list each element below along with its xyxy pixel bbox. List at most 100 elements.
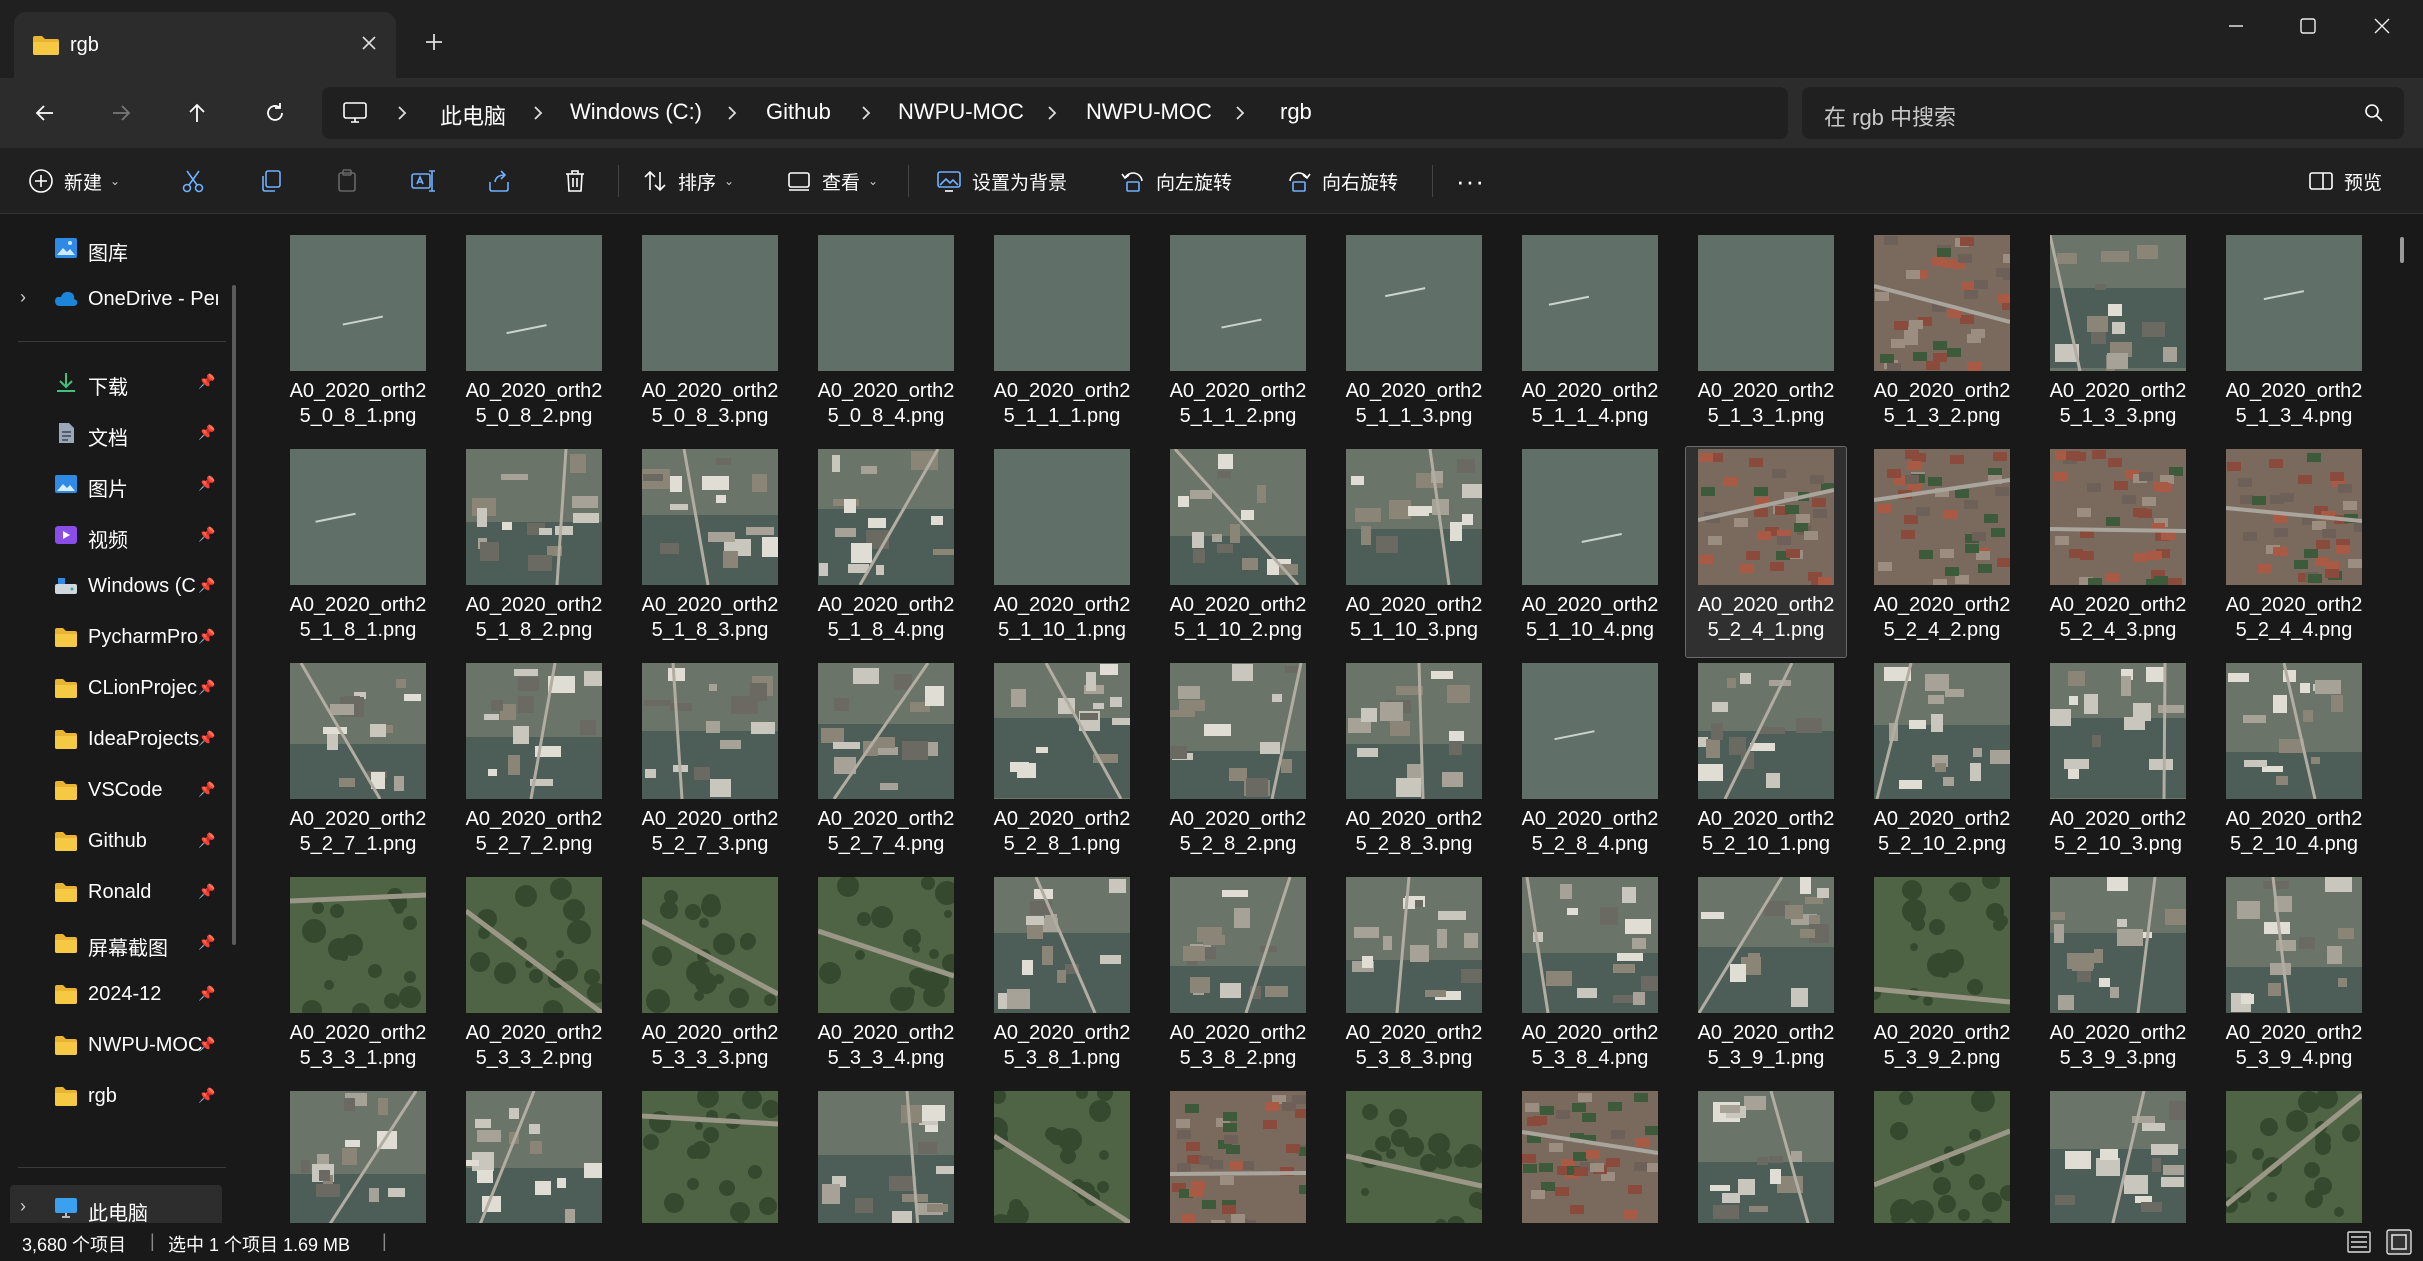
sidebar-item[interactable]: 文档 📌 [0,410,226,456]
breadcrumb-item[interactable]: Github [766,99,831,125]
sidebar-item[interactable]: Ronald 📌 [0,869,226,915]
file-item[interactable] [1686,1089,1846,1223]
file-item[interactable]: A0_2020_orth2 5_3_9_3.png [2038,875,2198,1085]
file-item[interactable]: A0_2020_orth2 5_3_8_3.png [1334,875,1494,1085]
pin-icon[interactable]: 📌 [198,1036,215,1053]
sidebar-item[interactable]: 图片 📌 [0,461,226,507]
file-item[interactable]: A0_2020_orth2 5_2_4_2.png [1862,447,2022,657]
breadcrumb-item[interactable]: NWPU-MOC [898,99,1024,125]
pin-icon[interactable]: 📌 [198,577,215,594]
sidebar-item[interactable]: Github 📌 [0,818,226,864]
file-item[interactable]: A0_2020_orth2 5_1_3_3.png [2038,233,2198,443]
file-item[interactable]: A0_2020_orth2 5_3_8_2.png [1158,875,1318,1085]
sidebar-item[interactable]: IdeaProjects 📌 [0,716,226,762]
file-item[interactable]: A0_2020_orth2 5_3_8_1.png [982,875,1142,1085]
pin-icon[interactable]: 📌 [198,475,215,492]
file-item[interactable] [1334,1089,1494,1223]
file-item[interactable]: A0_2020_orth2 5_2_10_1.png [1686,661,1846,871]
copy-button[interactable] [258,148,294,214]
pin-icon[interactable]: 📌 [198,526,215,543]
breadcrumb-item[interactable]: Windows (C:) [570,99,702,125]
file-item[interactable]: A0_2020_orth2 5_2_7_4.png [806,661,966,871]
pin-icon[interactable]: 📌 [198,373,215,390]
file-item[interactable]: A0_2020_orth2 5_3_9_2.png [1862,875,2022,1085]
file-item[interactable]: A0_2020_orth2 5_2_7_3.png [630,661,790,871]
file-item[interactable]: A0_2020_orth2 5_1_3_4.png [2214,233,2374,443]
pin-icon[interactable]: 📌 [198,832,215,849]
file-item[interactable]: A0_2020_orth2 5_3_3_1.png [278,875,438,1085]
file-item[interactable]: A0_2020_orth2 5_0_8_3.png [630,233,790,443]
share-button[interactable] [486,148,522,214]
file-item[interactable]: A0_2020_orth2 5_1_10_2.png [1158,447,1318,657]
file-item[interactable]: A0_2020_orth2 5_1_8_3.png [630,447,790,657]
delete-button[interactable] [562,148,598,214]
sidebar-item[interactable]: 屏幕截图 📌 [0,920,226,966]
tab-close-button[interactable] [352,26,386,60]
thumbnail-view-button[interactable] [2386,1229,2412,1255]
file-item[interactable]: A0_2020_orth2 5_1_1_4.png [1510,233,1670,443]
file-item[interactable]: A0_2020_orth2 5_3_3_4.png [806,875,966,1085]
pin-icon[interactable]: 📌 [198,883,215,900]
back-button[interactable] [20,88,70,138]
file-item[interactable]: A0_2020_orth2 5_3_3_3.png [630,875,790,1085]
new-button[interactable]: 新建 ⌄ [28,148,120,214]
file-item[interactable]: A0_2020_orth2 5_1_8_1.png [278,447,438,657]
file-item[interactable]: A0_2020_orth2 5_3_9_1.png [1686,875,1846,1085]
close-window-button[interactable] [2352,6,2412,46]
sidebar-item[interactable]: Windows (C 📌 [0,563,226,609]
file-item[interactable]: A0_2020_orth2 5_2_7_2.png [454,661,614,871]
file-item[interactable] [982,1089,1142,1223]
file-item[interactable]: A0_2020_orth2 5_2_4_4.png [2214,447,2374,657]
file-item[interactable]: A0_2020_orth2 5_2_7_1.png [278,661,438,871]
file-item[interactable]: A0_2020_orth2 5_2_4_3.png [2038,447,2198,657]
sidebar-item[interactable]: › OneDrive - Per [0,276,226,322]
file-item[interactable] [1862,1089,2022,1223]
sidebar-item[interactable]: PycharmPro 📌 [0,614,226,660]
file-item[interactable]: A0_2020_orth2 5_1_1_1.png [982,233,1142,443]
rename-button[interactable] [410,148,446,214]
sidebar-item[interactable]: NWPU-MOC 📌 [0,1022,226,1068]
sidebar-item[interactable]: 图库 [0,225,226,271]
pin-icon[interactable]: 📌 [198,985,215,1002]
file-item[interactable]: A0_2020_orth2 5_2_10_3.png [2038,661,2198,871]
file-item[interactable]: A0_2020_orth2 5_2_8_1.png [982,661,1142,871]
file-item[interactable]: A0_2020_orth2 5_2_8_3.png [1334,661,1494,871]
file-item[interactable]: A0_2020_orth2 5_1_10_4.png [1510,447,1670,657]
file-item[interactable] [278,1089,438,1223]
file-item[interactable]: A0_2020_orth2 5_0_8_2.png [454,233,614,443]
file-item[interactable] [806,1089,966,1223]
file-item[interactable]: A0_2020_orth2 5_0_8_1.png [278,233,438,443]
file-item[interactable] [2038,1089,2198,1223]
more-options-button[interactable]: ··· [1456,148,1485,214]
file-item[interactable]: A0_2020_orth2 5_1_3_2.png [1862,233,2022,443]
breadcrumb-item[interactable]: NWPU-MOC [1086,99,1212,125]
sidebar-item[interactable]: rgb 📌 [0,1073,226,1119]
breadcrumb-item[interactable]: rgb [1280,99,1312,125]
pin-icon[interactable]: 📌 [198,679,215,696]
nav-scrollbar[interactable] [232,285,236,945]
cut-button[interactable] [180,148,216,214]
preview-pane-button[interactable]: 预览 [2308,148,2382,214]
sidebar-item[interactable]: 2024-12 📌 [0,971,226,1017]
sort-button[interactable]: 排序 ⌄ [642,148,734,214]
set-as-background-button[interactable]: 设置为背景 [936,148,1067,214]
file-item[interactable]: A0_2020_orth2 5_1_10_3.png [1334,447,1494,657]
maximize-button[interactable] [2278,6,2338,46]
pin-icon[interactable]: 📌 [198,730,215,747]
up-button[interactable] [172,88,222,138]
file-item[interactable]: A0_2020_orth2 5_3_8_4.png [1510,875,1670,1085]
file-item[interactable]: A0_2020_orth2 5_1_1_2.png [1158,233,1318,443]
file-item[interactable] [1158,1089,1318,1223]
file-item[interactable]: A0_2020_orth2 5_2_4_1.png [1685,446,1847,658]
forward-button[interactable] [96,88,146,138]
file-item[interactable]: A0_2020_orth2 5_2_8_4.png [1510,661,1670,871]
file-item[interactable] [1510,1089,1670,1223]
new-tab-button[interactable] [414,22,454,62]
search-box[interactable]: 在 rgb 中搜索 [1802,87,2404,139]
file-item[interactable] [454,1089,614,1223]
rotate-right-button[interactable]: 向右旋转 [1286,148,1398,214]
minimize-button[interactable] [2206,6,2266,46]
file-item[interactable]: A0_2020_orth2 5_1_3_1.png [1686,233,1846,443]
file-item[interactable]: A0_2020_orth2 5_3_9_4.png [2214,875,2374,1085]
details-view-button[interactable] [2346,1229,2372,1255]
